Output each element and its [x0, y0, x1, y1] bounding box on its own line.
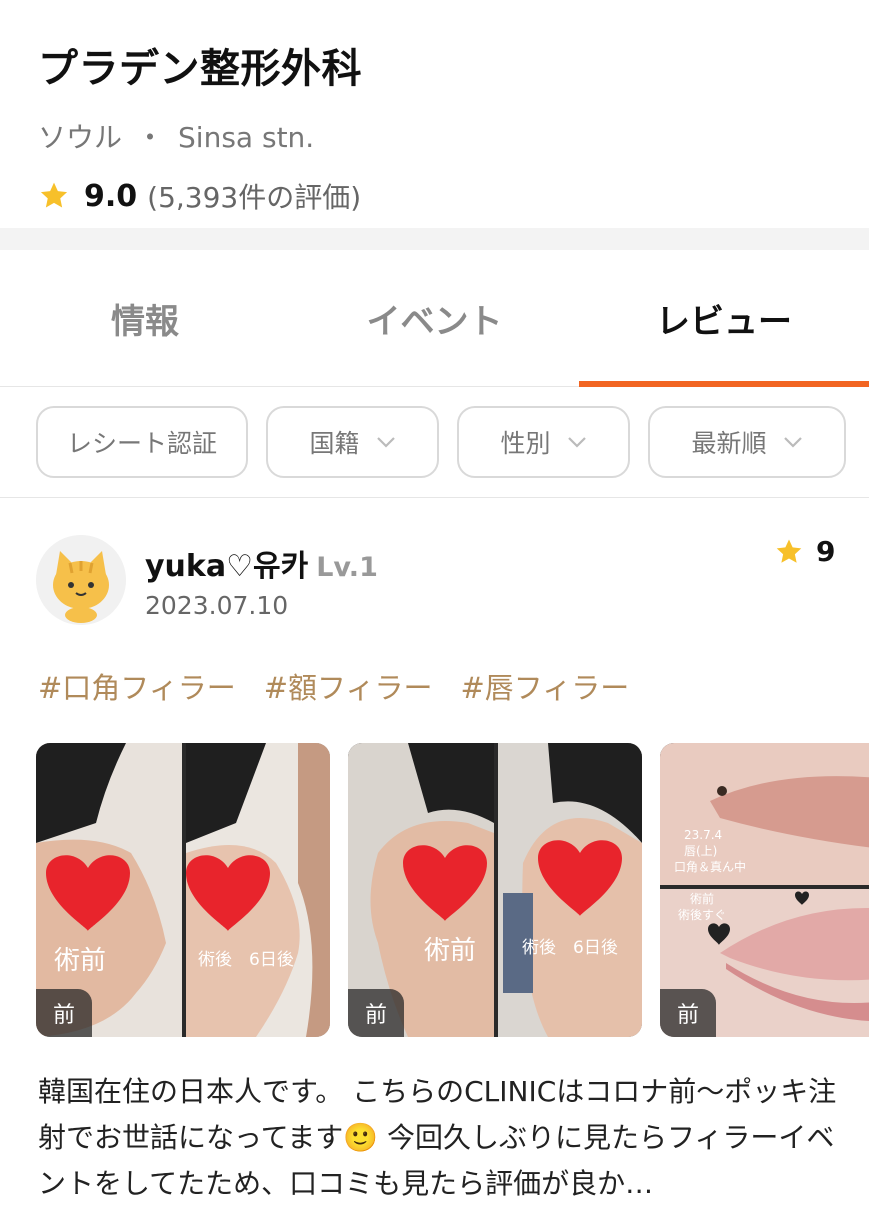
user-name-text: yuka♡유카: [145, 549, 309, 584]
review-photo-carousel[interactable]: 術前 術後 6日後 前 術前 術後 6日後 前 23.7.4 唇(上) 口角＆真…: [36, 743, 869, 1037]
tab-bar: 情報 イベント レビュー: [0, 250, 869, 387]
after-label: 術後 6日後: [522, 938, 618, 958]
review-photo[interactable]: 術前 術後 6日後 前: [36, 743, 330, 1037]
filter-nationality-label: 国籍: [309, 429, 360, 458]
tag-item[interactable]: #唇フィラー: [460, 665, 629, 707]
review-tags: #口角フィラー #額フィラー #唇フィラー: [38, 665, 657, 707]
photo-badge: 前: [348, 989, 404, 1037]
tag-item[interactable]: #口角フィラー: [38, 665, 236, 707]
user-level-badge: Lv.1: [316, 552, 378, 583]
filter-receipt-label: レシート認証: [66, 429, 217, 458]
clinic-rating-count: (5,393件の評価): [147, 181, 362, 214]
review-body-text[interactable]: 韓国在住の日本人です。 こちらのCLINICはコロナ前〜ポッキ注射でお世話になっ…: [38, 1069, 838, 1207]
section-separator: [0, 228, 869, 250]
active-tab-indicator: [579, 381, 869, 387]
clinic-station: Sinsa stn.: [178, 121, 315, 154]
filter-sort[interactable]: 最新順: [648, 406, 846, 478]
photo-after-label: 術後すぐ: [678, 908, 726, 922]
chevron-down-icon: [783, 437, 802, 448]
review-photo[interactable]: 術前 術後 6日後 前: [348, 743, 642, 1037]
star-icon: [40, 182, 68, 208]
filter-gender-label: 性別: [500, 429, 551, 458]
photo-area-label: 唇(上): [684, 844, 717, 858]
cat-avatar-icon: [36, 535, 126, 625]
location-separator: ・: [136, 121, 165, 154]
filter-gender[interactable]: 性別: [457, 406, 630, 478]
tab-info[interactable]: 情報: [0, 294, 290, 343]
photo-date-label: 23.7.4: [684, 828, 722, 842]
filter-bar: レシート認証 国籍 性別 最新順: [0, 388, 869, 498]
clinic-location: ソウル・ Sinsa stn.: [38, 116, 314, 156]
photo-badge: 前: [36, 989, 92, 1037]
photo-badge: 前: [660, 989, 716, 1037]
review-rating: 9: [774, 535, 835, 568]
review-card[interactable]: yuka♡유카 Lv.1 2023.07.10 9 #口角フィラー #額フィラー …: [0, 499, 869, 1229]
review-date: 2023.07.10: [145, 591, 289, 620]
filter-receipt-verified[interactable]: レシート認証: [36, 406, 248, 478]
clinic-rating[interactable]: 9.0 (5,393件の評価): [38, 176, 361, 216]
tab-event[interactable]: イベント: [290, 294, 579, 343]
clinic-city: ソウル: [38, 121, 123, 154]
tag-item[interactable]: #額フィラー: [264, 665, 433, 707]
avatar[interactable]: [36, 535, 126, 625]
review-rating-value: 9: [816, 535, 836, 568]
chevron-down-icon: [567, 437, 586, 448]
star-icon: [776, 539, 802, 563]
tab-review[interactable]: レビュー: [579, 294, 869, 343]
chevron-down-icon: [376, 437, 395, 448]
filter-nationality[interactable]: 国籍: [266, 406, 439, 478]
after-label: 術後 6日後: [198, 950, 294, 970]
clinic-rating-score: 9.0: [84, 178, 138, 214]
photo-detail-label: 口角＆真ん中: [674, 859, 746, 874]
clinic-title: プラデン整形外科: [38, 46, 362, 92]
review-user-name[interactable]: yuka♡유카 Lv.1: [145, 541, 378, 585]
before-label: 術前: [54, 946, 106, 976]
filter-sort-label: 最新順: [691, 429, 767, 458]
clinic-header: プラデン整形外科 ソウル・ Sinsa stn. 9.0 (5,393件の評価): [0, 0, 869, 228]
before-label: 術前: [424, 936, 476, 966]
review-photo[interactable]: 23.7.4 唇(上) 口角＆真ん中 術前 術後すぐ 前: [660, 743, 869, 1037]
photo-before-label: 術前: [690, 891, 714, 906]
